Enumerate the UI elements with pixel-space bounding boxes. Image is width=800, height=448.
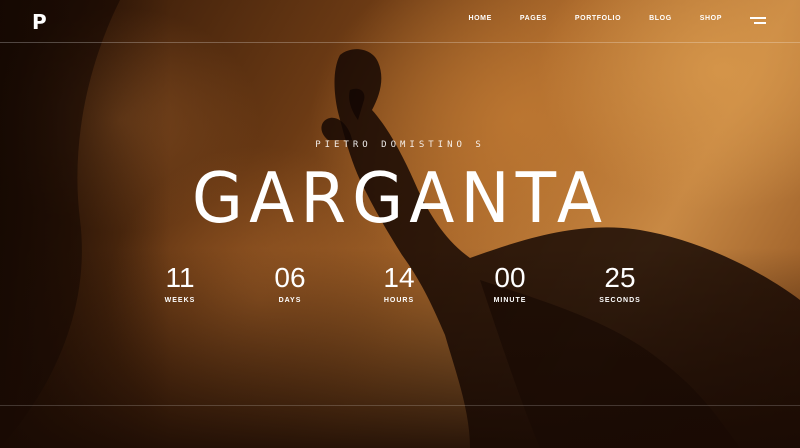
countdown-seconds-label: SECONDS (599, 297, 641, 304)
countdown-weeks: 11 WEEKS (152, 262, 208, 304)
site-logo[interactable]: P (32, 10, 47, 34)
countdown-hours-value: 14 (383, 262, 415, 293)
countdown-seconds-value: 25 (604, 262, 636, 293)
hero-subtitle: PIETRO DOMISTINO S (315, 140, 485, 150)
countdown-hours: 14 HOURS (371, 262, 427, 304)
nav-item-portfolio[interactable]: PORTFOLIO (575, 15, 621, 22)
nav-item-blog[interactable]: BLOG (649, 15, 672, 22)
hero-title: GARGANTA (191, 158, 609, 239)
countdown-seconds: 25 SECONDS (592, 262, 648, 304)
nav-item-home[interactable]: HOME (468, 15, 491, 22)
nav-item-shop[interactable]: SHOP (700, 15, 722, 22)
countdown-days-label: DAYS (278, 297, 302, 304)
countdown-weeks-label: WEEKS (164, 297, 196, 304)
hamburger-menu-icon[interactable] (750, 17, 766, 25)
countdown-days: 06 DAYS (262, 262, 318, 304)
countdown-weeks-value: 11 (165, 262, 195, 293)
nav-item-pages[interactable]: PAGES (520, 15, 547, 22)
countdown-hours-label: HOURS (383, 297, 415, 304)
countdown-minute: 00 MINUTE (482, 262, 538, 304)
top-navigation-bar: P HOME PAGES PORTFOLIO BLOG SHOP (0, 0, 800, 43)
countdown-minute-label: MINUTE (493, 297, 527, 304)
countdown-minute-value: 00 (494, 262, 526, 293)
bottom-divider (0, 405, 800, 406)
main-nav: HOME PAGES PORTFOLIO BLOG SHOP (440, 15, 722, 22)
countdown-days-value: 06 (274, 262, 306, 293)
countdown-timer: 11 WEEKS 06 DAYS 14 HOURS 00 MINUTE 25 S… (152, 262, 652, 312)
